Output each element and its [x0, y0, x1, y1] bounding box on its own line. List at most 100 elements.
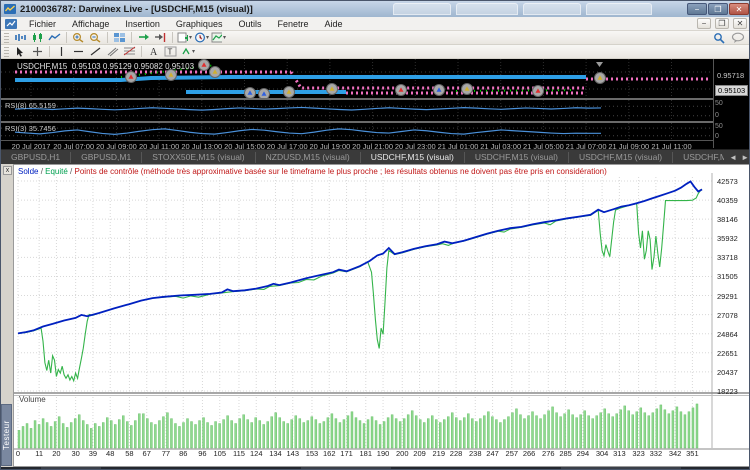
volume-bar	[628, 411, 630, 448]
volume-bar	[616, 414, 618, 448]
menu-item-insertion[interactable]: Insertion	[117, 17, 168, 31]
price-scale-label: 0.95718	[717, 71, 744, 80]
cursor-icon[interactable]	[12, 45, 29, 58]
channel-icon[interactable]	[104, 45, 121, 58]
chart-tab[interactable]: GBPUSD,M1	[71, 152, 142, 163]
crosshair-icon[interactable]	[29, 45, 46, 58]
rsi2-label: RSI(3) 35.7456	[5, 124, 56, 133]
horizontal-line-icon[interactable]	[70, 45, 87, 58]
chart-tab[interactable]: USDCHF,M15 (visual)	[361, 152, 465, 163]
volume-bar	[319, 424, 321, 448]
rsi1-pane[interactable]: RSI(8) 65.5159	[1, 98, 713, 121]
zoom-out-icon[interactable]	[87, 31, 104, 44]
y-axis-label: 40359	[717, 196, 738, 205]
volume-bar	[527, 416, 529, 448]
volume-bar	[423, 423, 425, 448]
volume-bar	[335, 419, 337, 448]
menu-item-fenetre[interactable]: Fenetre	[269, 17, 316, 31]
ohlc-values: 0.95103 0.95129 0.95082 0.95103	[72, 62, 194, 71]
volume-bar	[592, 419, 594, 448]
auto-scroll-icon[interactable]	[135, 31, 152, 44]
timeframe-clock-icon[interactable]: ▾	[193, 31, 210, 44]
main-price-pane[interactable]: USDCHF,M15 0.95103 0.95129 0.95082 0.951…	[1, 59, 713, 98]
volume-bar	[323, 422, 325, 448]
tester-graph-pane[interactable]: Solde / Equité / Points de contrôle (mét…	[13, 164, 750, 467]
x-axis-label: 39	[89, 449, 97, 458]
indicators-icon[interactable]: ▾	[210, 31, 227, 44]
chat-icon[interactable]	[731, 32, 745, 44]
tab-scroll-left-icon[interactable]: ◄	[729, 153, 737, 162]
volume-bar	[431, 416, 433, 448]
volume-bar	[223, 420, 225, 448]
toolbar-drag-handle[interactable]	[4, 33, 9, 43]
barchart-icon[interactable]	[12, 31, 29, 44]
chart-tab[interactable]: GBPUSD,H1	[1, 152, 71, 163]
chart-tab[interactable]: NZDUSD,M15 (visual)	[256, 152, 361, 163]
tab-scroll-right-icon[interactable]: ►	[741, 153, 749, 162]
volume-bar	[572, 415, 574, 448]
y-axis-label: 18223	[717, 387, 738, 396]
menu-item-outils[interactable]: Outils	[230, 17, 269, 31]
x-axis-label: 342	[669, 449, 682, 458]
menu-item-affichage[interactable]: Affichage	[64, 17, 117, 31]
volume-bar	[632, 415, 634, 448]
zoom-in-icon[interactable]	[70, 31, 87, 44]
chart-shift-icon[interactable]	[152, 31, 169, 44]
menu-item-fichier[interactable]: Fichier	[21, 17, 64, 31]
volume-bar	[126, 422, 128, 448]
volume-bar	[395, 419, 397, 448]
fibonacci-icon[interactable]	[121, 45, 138, 58]
close-button[interactable]: ✕	[729, 3, 749, 15]
background-tab	[586, 3, 652, 15]
volume-bar	[142, 414, 144, 448]
volume-bar	[235, 424, 237, 448]
volume-bar	[50, 426, 52, 448]
menu-item-aide[interactable]: Aide	[317, 17, 351, 31]
x-axis-label: 332	[650, 449, 663, 458]
arrows-icon[interactable]: ▾	[179, 45, 196, 58]
search-icon[interactable]	[713, 32, 725, 44]
y-axis-label: 42573	[717, 177, 738, 186]
menu-item-graphiques[interactable]: Graphiques	[168, 17, 231, 31]
volume-bar	[186, 419, 188, 448]
trade-marker	[245, 88, 256, 99]
current-price-box: 0.95103	[715, 85, 748, 96]
chart-tab[interactable]: USDCHF,M15 (visual)	[465, 152, 569, 163]
volume-bar	[491, 417, 493, 448]
text-label-icon[interactable]: T	[162, 45, 179, 58]
volume-bar	[540, 419, 542, 448]
price-chart-area[interactable]: USDCHF,M15 0.95103 0.95129 0.95082 0.951…	[1, 59, 750, 164]
volume-bar	[451, 413, 453, 448]
volume-bar	[544, 415, 546, 448]
tester-vertical-tab[interactable]: Testeur	[1, 404, 12, 466]
title-bar: 2100036787: Darwinex Live - [USDCHF,M15 …	[1, 1, 750, 17]
toolbar-drag-handle[interactable]	[4, 47, 9, 57]
new-order-icon[interactable]: ▾	[176, 31, 193, 44]
volume-bar	[263, 425, 265, 449]
volume-bar	[219, 424, 221, 448]
maximize-button[interactable]: ❐	[708, 3, 728, 15]
candlestick-icon[interactable]	[29, 31, 46, 44]
minimize-button[interactable]: −	[687, 3, 707, 15]
linechart-icon[interactable]	[46, 31, 63, 44]
text-icon[interactable]: A	[145, 45, 162, 58]
mdi-close-button[interactable]: ✕	[733, 18, 747, 29]
x-axis-label: 153	[306, 449, 319, 458]
trendline-icon[interactable]	[87, 45, 104, 58]
mdi-restore-button[interactable]: ❐	[715, 18, 729, 29]
volume-bar	[58, 417, 60, 448]
mdi-minimize-button[interactable]: −	[697, 18, 711, 29]
chart-tab[interactable]: STOXX50E,M15 (visual)	[142, 152, 255, 163]
rsi2-pane[interactable]: RSI(3) 35.7456	[1, 121, 713, 140]
y-axis-label: 38146	[717, 215, 738, 224]
chart-tab[interactable]: USDCHF,M15 (visual)	[569, 152, 673, 163]
trade-marker	[595, 73, 606, 84]
volume-bar	[94, 424, 96, 448]
x-axis-label: 285	[559, 449, 572, 458]
volume-bar	[255, 418, 257, 448]
tester-close-button[interactable]: x	[3, 166, 12, 175]
tile-windows-icon[interactable]	[111, 31, 128, 44]
trade-marker	[462, 84, 473, 95]
vertical-line-icon[interactable]	[53, 45, 70, 58]
volume-bar	[199, 421, 201, 448]
